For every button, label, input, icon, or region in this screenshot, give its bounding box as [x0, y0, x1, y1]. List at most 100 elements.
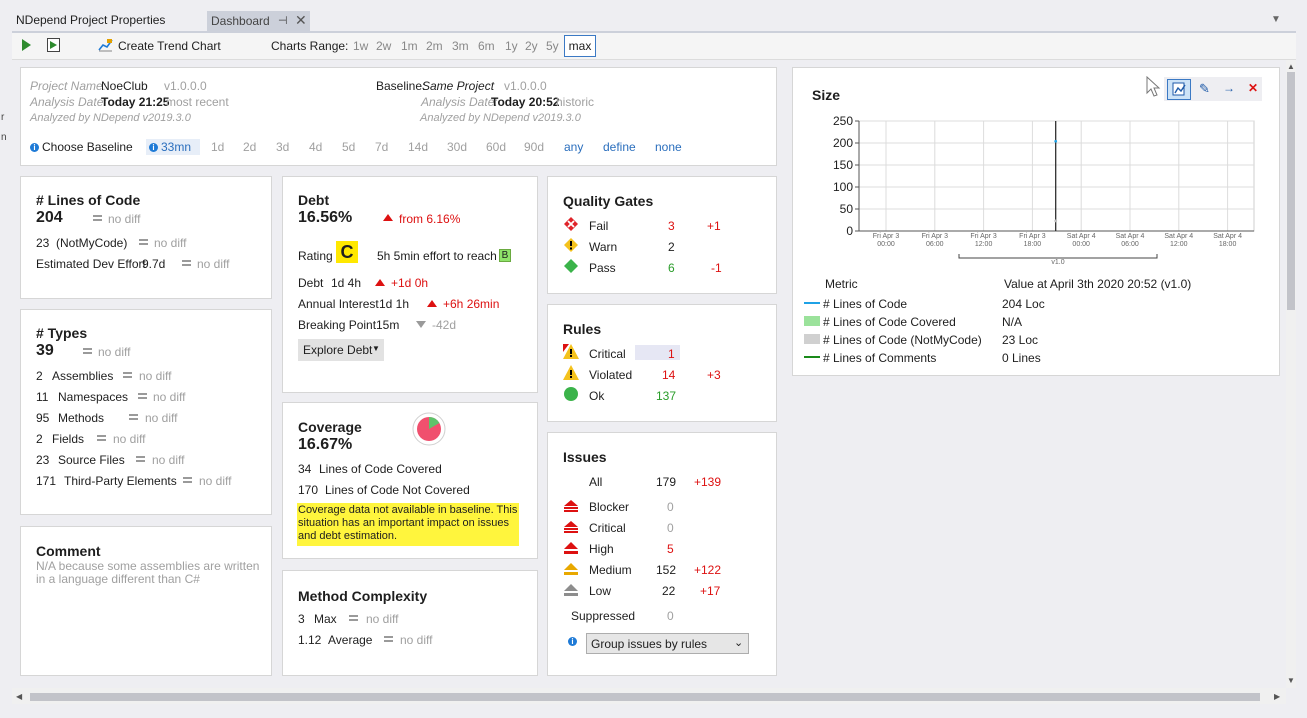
trend-chart-icon[interactable] [98, 38, 113, 52]
baseline-90d[interactable]: 90d [524, 140, 544, 154]
baseline-7d[interactable]: 7d [375, 140, 388, 154]
interest-value: 1d 1h [379, 297, 410, 311]
type-row-label: Source Files [58, 453, 125, 467]
method-complexity-card[interactable]: Method Complexity 3 Max no diff 1.12 Ave… [282, 570, 538, 676]
baseline-60d[interactable]: 60d [486, 140, 506, 154]
baseline-3d[interactable]: 3d [276, 140, 289, 154]
choose-baseline-label: Choose Baseline [42, 140, 133, 154]
baseline-2d[interactable]: 2d [243, 140, 256, 154]
arrow-right-icon[interactable]: → [1223, 81, 1235, 95]
issues-medium-delta: +122 [694, 563, 722, 577]
horizontal-scroll-thumb[interactable] [30, 693, 1260, 701]
size-chart-card[interactable]: Size ✎ → ✕ 0 50 100 150 200 250 Fri Apr 3 00:00… [792, 67, 1280, 376]
type-row-diff: no diff [199, 474, 232, 488]
coverage-title: Coverage [298, 419, 362, 435]
equal-icon [183, 477, 192, 483]
project-version: v1.0.0.0 [164, 79, 207, 93]
vertical-scroll-thumb[interactable] [1287, 72, 1295, 310]
range-6m[interactable]: 6m [478, 39, 495, 53]
baseline-4d[interactable]: 4d [309, 140, 322, 154]
data-point [1054, 219, 1058, 223]
x-tick-label: 18:00 [1024, 241, 1042, 248]
baseline-none[interactable]: none [655, 140, 682, 154]
baseline-14d[interactable]: 14d [408, 140, 428, 154]
run-analysis-icon[interactable] [22, 39, 31, 51]
issues-low-value: 22 [662, 584, 676, 598]
x-tick-label: Fri Apr 3 [1019, 233, 1046, 240]
range-2w[interactable]: 2w [376, 39, 391, 53]
rules-card[interactable]: Rules Critical 1 Violated 14 +3 Ok 137 [547, 304, 777, 422]
scroll-up-icon[interactable]: ▲ [1287, 62, 1295, 71]
baseline-33mn[interactable]: 33mn [161, 140, 191, 154]
issues-all-value: 179 [656, 475, 677, 489]
target-rating-badge: B [499, 249, 511, 262]
range-2y[interactable]: 2y [525, 39, 538, 53]
vertical-scrollbar[interactable]: ▲ ▼ [1286, 60, 1296, 688]
window-title: NDepend Project Properties [16, 13, 166, 27]
effort-diff: no diff [197, 257, 230, 271]
issues-low-label: Low [589, 584, 612, 598]
medium-icon [564, 563, 578, 575]
interest-delta: +6h 26min [443, 297, 500, 311]
info-icon: i [30, 143, 39, 152]
range-5y[interactable]: 5y [546, 39, 559, 53]
type-row-value: 95 [36, 411, 50, 425]
blocker-icon [564, 500, 578, 512]
close-tab-icon[interactable]: ✕ [295, 12, 307, 29]
decrease-icon [416, 321, 426, 328]
baseline-5d[interactable]: 5d [342, 140, 355, 154]
baseline-1d[interactable]: 1d [211, 140, 224, 154]
x-tick-label: Fri Apr 3 [922, 233, 949, 240]
range-max[interactable]: max [564, 35, 596, 57]
issues-card[interactable]: Issues All 179 +139 Blocker 0 Critical 0… [547, 432, 777, 676]
run-analysis-build-icon[interactable] [47, 38, 60, 52]
scroll-down-icon[interactable]: ▼ [1287, 676, 1295, 685]
scroll-left-icon[interactable]: ◀ [16, 692, 22, 701]
lines-of-code-card[interactable]: # Lines of Code 204 no diff 23 (NotMyCod… [20, 176, 272, 299]
close-chart-icon[interactable]: ✕ [1248, 81, 1258, 95]
pin-icon[interactable]: ⊣ [278, 14, 288, 27]
breaking-delta: -42d [432, 318, 457, 332]
baseline-define[interactable]: define [603, 140, 636, 154]
range-1m[interactable]: 1m [401, 39, 418, 53]
size-chart-title: Size [812, 87, 841, 103]
equal-icon [83, 348, 92, 354]
baseline-30d[interactable]: 30d [447, 140, 467, 154]
quality-gates-title: Quality Gates [563, 193, 654, 209]
covered-label: Lines of Code Covered [319, 462, 442, 476]
chart-edit-button[interactable] [1167, 79, 1191, 100]
comment-card: Comment N/A because some assemblies are … [20, 526, 272, 676]
create-trend-chart-button[interactable]: Create Trend Chart [118, 39, 221, 53]
tab-dashboard[interactable]: Dashboard ⊣ ✕ [207, 11, 310, 31]
issues-suppressed-value: 0 [667, 609, 674, 623]
explore-debt-dropdown[interactable]: Explore Debt ▼ [298, 339, 384, 361]
range-2m[interactable]: 2m [426, 39, 443, 53]
range-3m[interactable]: 3m [452, 39, 469, 53]
range-1y[interactable]: 1y [505, 39, 518, 53]
legend-name: # Lines of Comments [823, 351, 937, 365]
rules-ok-label: Ok [589, 389, 605, 403]
effort-label: Estimated Dev Effort [36, 257, 146, 271]
pencil-icon[interactable]: ✎ [1199, 81, 1210, 97]
tab-dropdown-icon[interactable]: ▼ [1271, 14, 1281, 25]
debt-card[interactable]: Debt 16.56% from 6.16% Rating C 5h 5min … [282, 176, 538, 393]
rating-label: Rating [298, 249, 333, 263]
x-tick-label: 00:00 [877, 241, 895, 248]
horizontal-scrollbar[interactable]: ◀ ▶ [12, 688, 1286, 704]
group-issues-select[interactable]: Group issues by rules ⌄ [586, 633, 749, 654]
quality-gates-card[interactable]: Quality Gates Fail 3 +1 Warn 2 Pass 6 -1 [547, 176, 777, 294]
type-row-diff: no diff [153, 390, 186, 404]
range-1w[interactable]: 1w [353, 39, 368, 53]
gate-pass-value: 6 [668, 261, 675, 275]
rules-critical-label: Critical [589, 347, 626, 361]
x-tick-label: Sat Apr 4 [1164, 233, 1193, 240]
explore-debt-label: Explore Debt [303, 343, 373, 357]
y-tick-label: 250 [833, 114, 853, 128]
types-card[interactable]: # Types 39 no diff 2 Assemblies no diff … [20, 309, 272, 515]
notmycode-value: 23 [36, 236, 50, 250]
scroll-right-icon[interactable]: ▶ [1274, 692, 1280, 701]
coverage-card[interactable]: Coverage 16.67% 34 Lines of Code Covered… [282, 402, 538, 559]
issues-title: Issues [563, 449, 607, 465]
baseline-any[interactable]: any [564, 140, 583, 154]
issues-medium-value: 152 [656, 563, 677, 577]
